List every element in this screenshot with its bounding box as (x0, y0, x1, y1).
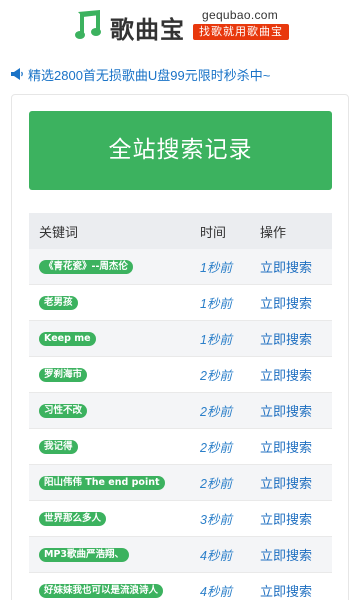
promo-text: 精选2800首无损歌曲U盘99元限时秒杀中~ (28, 67, 271, 83)
search-now-link[interactable]: 立即搜索 (260, 585, 312, 600)
search-now-link[interactable]: 立即搜索 (260, 513, 312, 528)
search-now-link[interactable]: 立即搜索 (260, 261, 312, 276)
time-ago: 1秒前 (200, 297, 232, 311)
time-ago: 2秒前 (200, 441, 232, 455)
action-cell: 立即搜索 (252, 545, 332, 564)
time-ago: 4秒前 (200, 585, 232, 599)
action-cell: 立即搜索 (252, 293, 332, 312)
keyword-cell: 世界那么多人 (29, 511, 194, 526)
action-cell: 立即搜索 (252, 581, 332, 600)
keyword-cell: 《青花瓷》--周杰伦 (29, 259, 194, 274)
keyword-cell: Keep me (29, 331, 194, 346)
table-row: 阳山伟伟 The end point 2秒前 立即搜索 (29, 465, 332, 501)
column-header-keyword: 关键词 (39, 225, 79, 241)
table-row: 习性不改 2秒前 立即搜索 (29, 393, 332, 429)
speaker-icon (11, 68, 23, 80)
time-ago: 4秒前 (200, 549, 232, 563)
keyword-tag[interactable]: 我记得 (39, 439, 78, 454)
keyword-tag[interactable]: 《青花瓷》--周杰伦 (39, 259, 133, 274)
time-ago: 2秒前 (200, 369, 232, 383)
keyword-cell: 习性不改 (29, 403, 194, 418)
site-tagline: 找歌就用歌曲宝 (193, 24, 289, 40)
search-now-link[interactable]: 立即搜索 (260, 441, 312, 456)
keyword-tag[interactable]: 阳山伟伟 The end point (39, 475, 165, 490)
table-row: MP3歌曲严浩翔、 4秒前 立即搜索 (29, 537, 332, 573)
site-header: 歌曲宝 gequbao.com 找歌就用歌曲宝 (0, 0, 360, 56)
table-header: 关键词 时间 操作 (29, 213, 332, 249)
site-title[interactable]: 歌曲宝 (110, 10, 185, 45)
time-cell: 4秒前 (194, 581, 252, 600)
keyword-tag[interactable]: Keep me (39, 331, 96, 346)
action-cell: 立即搜索 (252, 473, 332, 492)
time-cell: 1秒前 (194, 257, 252, 276)
action-cell: 立即搜索 (252, 257, 332, 276)
keyword-cell: 好妹妹我也可以是流浪诗人 (29, 583, 194, 598)
time-cell: 2秒前 (194, 473, 252, 492)
table-row: 罗刹海市 2秒前 立即搜索 (29, 357, 332, 393)
search-now-link[interactable]: 立即搜索 (260, 477, 312, 492)
keyword-tag[interactable]: 罗刹海市 (39, 367, 88, 382)
table-row: Keep me 1秒前 立即搜索 (29, 321, 332, 357)
time-cell: 2秒前 (194, 437, 252, 456)
search-now-link[interactable]: 立即搜索 (260, 369, 312, 384)
keyword-cell: 阳山伟伟 The end point (29, 475, 194, 490)
action-cell: 立即搜索 (252, 329, 332, 348)
time-cell: 1秒前 (194, 329, 252, 348)
time-ago: 2秒前 (200, 405, 232, 419)
time-cell: 3秒前 (194, 509, 252, 528)
keyword-tag[interactable]: 好妹妹我也可以是流浪诗人 (39, 583, 164, 598)
time-cell: 2秒前 (194, 365, 252, 384)
time-cell: 2秒前 (194, 401, 252, 420)
search-now-link[interactable]: 立即搜索 (260, 297, 312, 312)
time-ago: 1秒前 (200, 333, 232, 347)
promo-link[interactable]: 精选2800首无损歌曲U盘99元限时秒杀中~ (10, 64, 355, 84)
time-cell: 1秒前 (194, 293, 252, 312)
search-now-link[interactable]: 立即搜索 (260, 549, 312, 564)
time-ago: 3秒前 (200, 513, 232, 527)
action-cell: 立即搜索 (252, 401, 332, 420)
column-header-action: 操作 (260, 225, 287, 241)
search-now-link[interactable]: 立即搜索 (260, 405, 312, 420)
action-cell: 立即搜索 (252, 365, 332, 384)
site-domain: gequbao.com (202, 8, 279, 22)
table-row: 老男孩 1秒前 立即搜索 (29, 285, 332, 321)
time-cell: 4秒前 (194, 545, 252, 564)
keyword-cell: 老男孩 (29, 295, 194, 310)
search-history-table: 关键词 时间 操作 《青花瓷》--周杰伦 1秒前 立即搜索 老男孩 1秒前 立即搜索 Kee… (29, 213, 332, 600)
time-ago: 1秒前 (200, 261, 232, 275)
site-search-history-button[interactable]: 全站搜索记录 (29, 111, 332, 190)
keyword-tag[interactable]: 世界那么多人 (39, 511, 107, 526)
time-ago: 2秒前 (200, 477, 232, 491)
action-cell: 立即搜索 (252, 437, 332, 456)
music-note-icon (75, 10, 101, 39)
keyword-cell: 罗刹海市 (29, 367, 194, 382)
keyword-tag[interactable]: MP3歌曲严浩翔、 (39, 547, 130, 562)
keyword-cell: MP3歌曲严浩翔、 (29, 547, 194, 562)
keyword-tag[interactable]: 习性不改 (39, 403, 88, 418)
table-row: 好妹妹我也可以是流浪诗人 4秒前 立即搜索 (29, 573, 332, 600)
keyword-cell: 我记得 (29, 439, 194, 454)
table-row: 我记得 2秒前 立即搜索 (29, 429, 332, 465)
keyword-tag[interactable]: 老男孩 (39, 295, 78, 310)
table-row: 《青花瓷》--周杰伦 1秒前 立即搜索 (29, 249, 332, 285)
column-header-time: 时间 (200, 225, 227, 241)
search-history-card: 全站搜索记录 关键词 时间 操作 《青花瓷》--周杰伦 1秒前 立即搜索 老男孩 1秒前… (11, 94, 349, 600)
search-now-link[interactable]: 立即搜索 (260, 333, 312, 348)
table-row: 世界那么多人 3秒前 立即搜索 (29, 501, 332, 537)
action-cell: 立即搜索 (252, 509, 332, 528)
